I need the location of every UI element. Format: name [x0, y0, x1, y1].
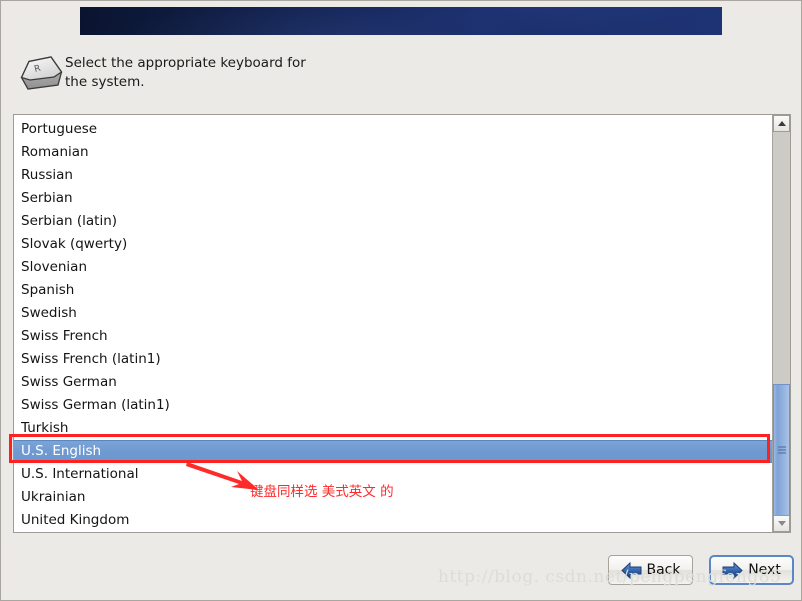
- next-button-label: Next: [748, 562, 781, 578]
- list-item[interactable]: Swiss French (latin1): [14, 348, 772, 371]
- list-item[interactable]: United Kingdom: [14, 509, 772, 532]
- list-item[interactable]: Russian: [14, 164, 772, 187]
- header-section: R Select the appropriate keyboard for th…: [1, 45, 801, 103]
- prompt-text: Select the appropriate keyboard for the …: [65, 55, 306, 90]
- keyboard-listbox[interactable]: Portuguese Romanian Russian Serbian Serbian …: [13, 114, 791, 533]
- vertical-scrollbar[interactable]: [772, 115, 790, 532]
- chevron-down-icon: [777, 521, 786, 526]
- keyboard-list-viewport[interactable]: Portuguese Romanian Russian Serbian Serbian …: [14, 115, 772, 532]
- arrow-left-icon: [620, 561, 642, 579]
- list-item[interactable]: Turkish: [14, 417, 772, 440]
- chevron-up-icon: [777, 121, 786, 126]
- title-banner: [80, 7, 722, 35]
- back-button-label: Back: [646, 562, 681, 578]
- scroll-down-button[interactable]: [773, 515, 790, 532]
- scrollbar-grip-icon: [778, 446, 786, 454]
- list-item[interactable]: Slovak (qwerty): [14, 233, 772, 256]
- list-item[interactable]: Portuguese: [14, 118, 772, 141]
- keyboard-key-icon: R: [18, 53, 64, 95]
- list-item[interactable]: Serbian (latin): [14, 210, 772, 233]
- keyboard-list: Portuguese Romanian Russian Serbian Serbian …: [14, 115, 772, 532]
- list-item[interactable]: Swedish: [14, 302, 772, 325]
- list-item[interactable]: Spanish: [14, 279, 772, 302]
- list-item-selected[interactable]: U.S. English: [14, 440, 772, 463]
- scrollbar-track[interactable]: [773, 132, 790, 516]
- back-button[interactable]: Back: [608, 555, 693, 585]
- list-item[interactable]: Romanian: [14, 141, 772, 164]
- list-item[interactable]: Serbian: [14, 187, 772, 210]
- list-item[interactable]: Swiss German: [14, 371, 772, 394]
- scrollbar-thumb[interactable]: [773, 384, 790, 516]
- list-item[interactable]: Swiss French: [14, 325, 772, 348]
- annotation-note: 键盘同样选 美式英文 的: [250, 484, 394, 500]
- list-item[interactable]: Swiss German (latin1): [14, 394, 772, 417]
- arrow-right-icon: [722, 561, 743, 579]
- scroll-up-button[interactable]: [773, 115, 790, 132]
- installer-window: R Select the appropriate keyboard for th…: [0, 0, 802, 601]
- next-button[interactable]: Next: [709, 555, 794, 585]
- list-item[interactable]: Slovenian: [14, 256, 772, 279]
